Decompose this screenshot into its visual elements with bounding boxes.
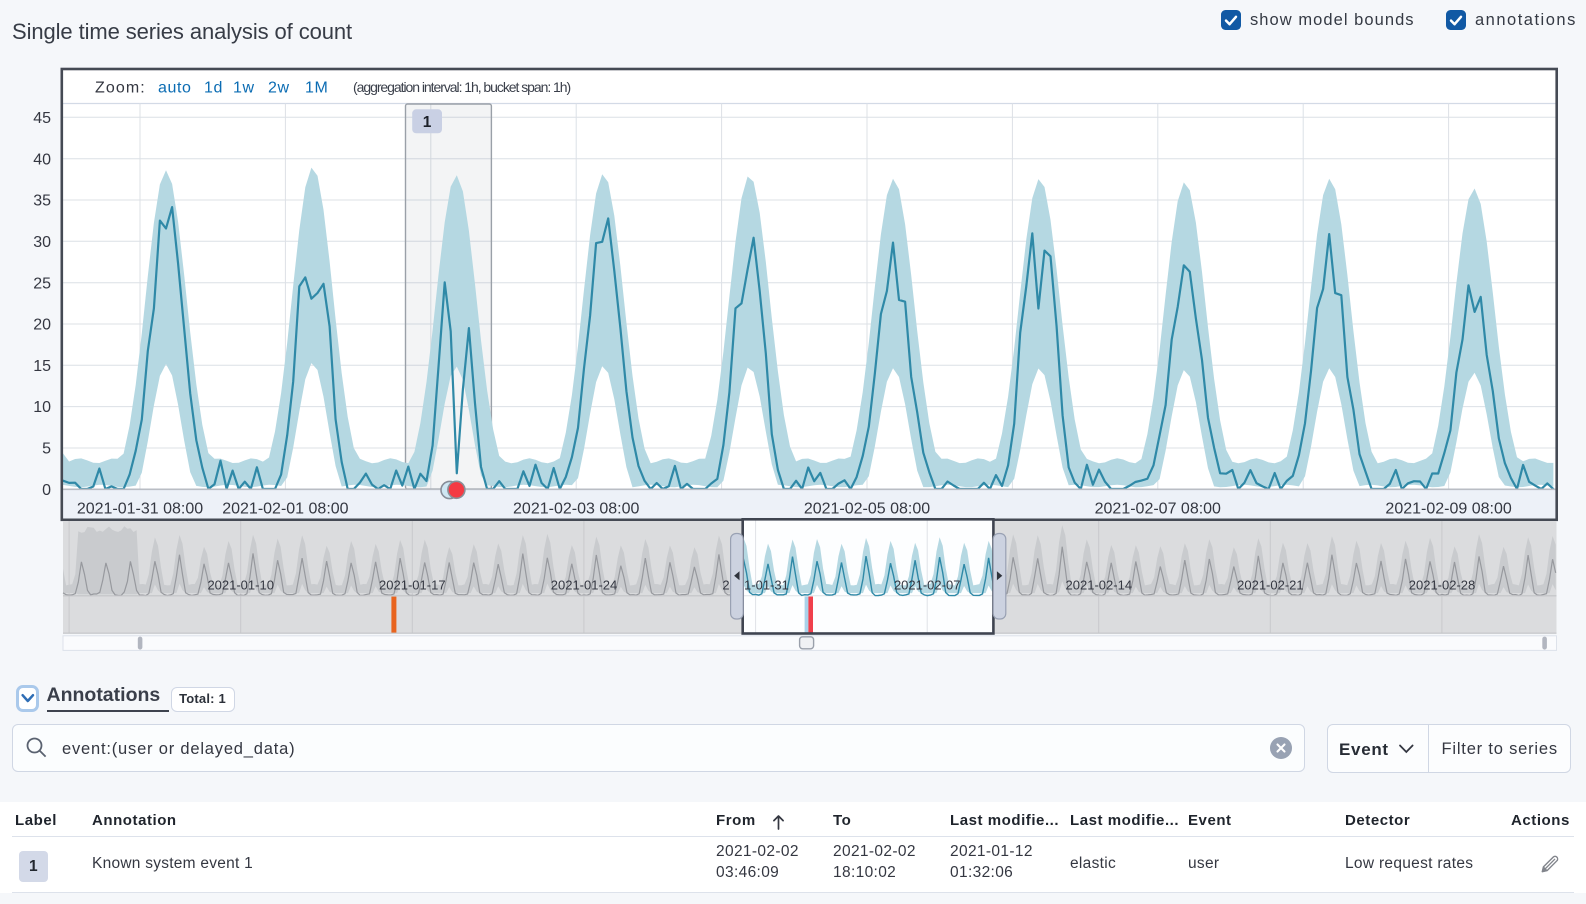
svg-text:2021-02-14: 2021-02-14 — [1066, 578, 1133, 593]
svg-text:2021-01-24: 2021-01-24 — [551, 578, 618, 593]
svg-text:45: 45 — [33, 110, 51, 127]
svg-text:1M: 1M — [305, 80, 328, 97]
svg-text:10: 10 — [33, 399, 51, 416]
svg-text:15: 15 — [33, 358, 51, 375]
svg-text:25: 25 — [33, 275, 51, 292]
svg-text:2021-02-01 08:00: 2021-02-01 08:00 — [222, 501, 348, 518]
svg-text:2021-01-10: 2021-01-10 — [207, 578, 274, 593]
svg-text:5: 5 — [42, 441, 51, 458]
svg-text:2021-02-07: 2021-02-07 — [894, 578, 961, 593]
svg-text:2021-02-07 08:00: 2021-02-07 08:00 — [1095, 501, 1221, 518]
svg-text:2w: 2w — [268, 80, 290, 97]
svg-text:35: 35 — [33, 193, 51, 210]
svg-text:40: 40 — [33, 151, 51, 168]
svg-text:1w: 1w — [233, 80, 255, 97]
svg-text:0: 0 — [42, 482, 51, 499]
svg-text:2021-02-03 08:00: 2021-02-03 08:00 — [513, 501, 639, 518]
svg-text:Zoom:: Zoom: — [95, 80, 146, 97]
svg-text:2021-02-28: 2021-02-28 — [1409, 578, 1476, 593]
svg-text:2021-01-17: 2021-01-17 — [379, 578, 446, 593]
svg-text:2021-02-05 08:00: 2021-02-05 08:00 — [804, 501, 930, 518]
svg-text:2021-01-31 08:00: 2021-01-31 08:00 — [77, 501, 203, 518]
svg-text:2021-02-09 08:00: 2021-02-09 08:00 — [1385, 501, 1511, 518]
svg-text:(aggregation interval: 1h, buc: (aggregation interval: 1h, bucket span: … — [353, 79, 571, 95]
svg-text:20: 20 — [33, 317, 51, 334]
svg-text:30: 30 — [33, 234, 51, 251]
svg-text:auto: auto — [158, 80, 192, 97]
svg-text:1d: 1d — [204, 80, 223, 97]
svg-text:2021-02-21: 2021-02-21 — [1237, 578, 1304, 593]
svg-text:1: 1 — [423, 114, 432, 131]
